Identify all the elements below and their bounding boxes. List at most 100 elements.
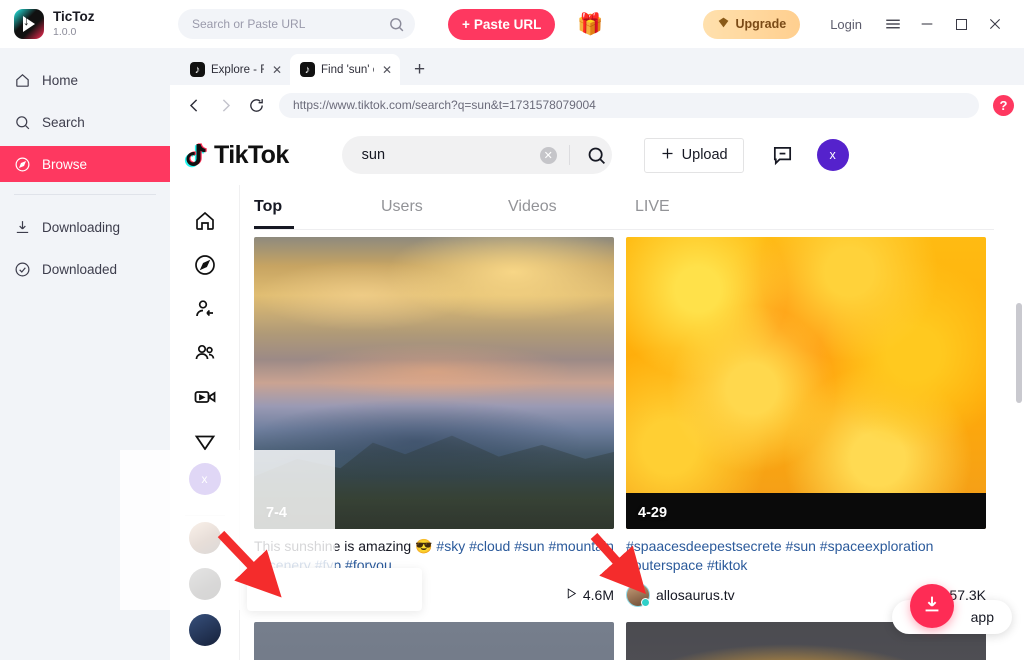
forward-icon[interactable] bbox=[217, 97, 234, 114]
tiktok-body: x Top Users Videos LIVE 7-4 This sunshin… bbox=[170, 185, 1024, 660]
send-icon[interactable] bbox=[193, 419, 217, 463]
search-divider bbox=[568, 145, 570, 165]
sidebar-item-home[interactable]: Home bbox=[0, 62, 170, 98]
video-card[interactable]: 7-4 This sunshine is amazing 😎 #sky #clo… bbox=[254, 237, 614, 608]
hamburger-menu-icon[interactable] bbox=[876, 7, 910, 41]
upgrade-label: Upgrade bbox=[735, 17, 787, 31]
sidebar-divider bbox=[14, 194, 156, 195]
author-avatar[interactable] bbox=[254, 583, 278, 607]
video-thumbnail[interactable]: 7-4 bbox=[254, 237, 614, 529]
close-icon[interactable]: ✕ bbox=[272, 63, 282, 77]
video-caption: This sunshine is amazing 😎 #sky #cloud #… bbox=[254, 537, 614, 575]
tiktok-rail-avatar[interactable]: x bbox=[188, 463, 221, 496]
app-search-input[interactable] bbox=[192, 17, 388, 31]
new-tab-button[interactable]: + bbox=[414, 59, 425, 81]
back-icon[interactable] bbox=[186, 97, 203, 114]
live-icon[interactable] bbox=[193, 375, 217, 419]
author-avatar[interactable] bbox=[626, 583, 650, 607]
gift-icon[interactable]: 🎁 bbox=[577, 14, 603, 35]
video-thumbnail[interactable]: 4-29 bbox=[626, 237, 986, 529]
video-views: 4.6M bbox=[565, 587, 614, 603]
sidebar-label-browse: Browse bbox=[42, 156, 88, 172]
download-icon bbox=[14, 219, 31, 236]
app-brand: TicToz 1.0.0 bbox=[0, 9, 170, 39]
page-scrollbar[interactable] bbox=[1016, 303, 1022, 403]
tab-live[interactable]: LIVE bbox=[635, 185, 762, 229]
suggested-account-avatar-2[interactable] bbox=[188, 568, 221, 601]
app-logo-icon bbox=[14, 9, 44, 39]
download-icon bbox=[921, 593, 943, 620]
paste-url-button[interactable]: + Paste URL bbox=[448, 8, 556, 40]
upload-button[interactable]: Upload bbox=[643, 137, 744, 173]
tab-videos[interactable]: Videos bbox=[508, 185, 635, 229]
tiktok-note-icon bbox=[184, 142, 209, 169]
sidebar-label-search: Search bbox=[42, 114, 85, 130]
tab-users[interactable]: Users bbox=[381, 185, 508, 229]
suggested-account-avatar-3[interactable] bbox=[188, 614, 221, 647]
tiktok-wordmark: TikTok bbox=[214, 140, 289, 169]
window-maximize-icon[interactable] bbox=[944, 7, 978, 41]
app-sidebar: Home Search Browse Downloading Downloade… bbox=[0, 48, 170, 660]
tiktok-header: TikTok sun ✕ Upload x bbox=[170, 125, 1024, 185]
sidebar-item-downloading[interactable]: Downloading bbox=[0, 209, 170, 245]
tabs-divider bbox=[254, 229, 994, 230]
message-icon[interactable] bbox=[771, 144, 794, 167]
following-icon[interactable] bbox=[193, 287, 217, 331]
compass-icon bbox=[14, 156, 31, 173]
app-search-box[interactable] bbox=[178, 9, 415, 39]
upgrade-button[interactable]: Upgrade bbox=[703, 9, 801, 39]
download-pill-label: app bbox=[970, 609, 994, 625]
rail-divider bbox=[184, 515, 225, 517]
browser-tab-2-title: Find 'sun' on bbox=[321, 63, 374, 76]
author-name[interactable]: mountainss… bbox=[284, 587, 565, 603]
home-icon[interactable] bbox=[193, 199, 217, 243]
sidebar-label-downloaded: Downloaded bbox=[42, 261, 118, 277]
embedded-browser: ♪ Explore - Find ✕ ♪ Find 'sun' on ✕ + bbox=[170, 48, 1024, 660]
login-button[interactable]: Login bbox=[830, 17, 862, 32]
tiktok-search-value[interactable]: sun bbox=[362, 147, 540, 163]
tiktok-logo[interactable]: TikTok bbox=[184, 141, 289, 170]
app-window: TicToz 1.0.0 + Paste URL 🎁 Upgrade bbox=[0, 0, 1024, 660]
tiktok-user-avatar[interactable]: x bbox=[816, 139, 849, 171]
friends-icon[interactable] bbox=[193, 331, 217, 375]
play-icon bbox=[565, 587, 578, 603]
suggested-account-avatar-1[interactable] bbox=[188, 522, 221, 555]
clear-icon[interactable]: ✕ bbox=[539, 146, 557, 164]
sidebar-label-home: Home bbox=[42, 72, 79, 88]
browser-tab-2[interactable]: ♪ Find 'sun' on ✕ bbox=[290, 54, 400, 85]
app-version: 1.0.0 bbox=[53, 25, 77, 38]
video-caption: #spaacesdeepestsecrete #sun #spaceexplor… bbox=[626, 537, 986, 575]
close-icon[interactable]: ✕ bbox=[382, 63, 392, 77]
tiktok-search-button[interactable] bbox=[582, 145, 612, 166]
author-name[interactable]: allosaurus.tv bbox=[656, 587, 924, 603]
video-thumbnail[interactable] bbox=[254, 622, 614, 660]
tab-top[interactable]: Top bbox=[254, 185, 381, 229]
compass-icon[interactable] bbox=[193, 243, 217, 287]
search-icon bbox=[388, 16, 405, 33]
browser-tab-strip: ♪ Explore - Find ✕ ♪ Find 'sun' on ✕ + bbox=[170, 48, 1024, 85]
download-fab-button[interactable] bbox=[910, 584, 954, 628]
url-field[interactable]: https://www.tiktok.com/search?q=sun&t=17… bbox=[279, 92, 979, 118]
window-minimize-icon[interactable] bbox=[910, 7, 944, 41]
plus-icon bbox=[660, 146, 675, 165]
tiktok-left-rail: x bbox=[170, 185, 240, 660]
video-card[interactable]: 4-29 #spaacesdeepestsecrete #sun #spacee… bbox=[626, 237, 986, 608]
search-icon bbox=[14, 114, 31, 131]
view-count: 4.6M bbox=[582, 587, 614, 603]
upload-label: Upload bbox=[681, 147, 728, 163]
browser-tab-1[interactable]: ♪ Explore - Find ✕ bbox=[180, 54, 290, 85]
reload-icon[interactable] bbox=[248, 97, 265, 114]
tiktok-search-box[interactable]: sun ✕ bbox=[341, 136, 612, 174]
window-close-icon[interactable] bbox=[978, 7, 1012, 41]
help-button[interactable]: ? bbox=[993, 94, 1014, 116]
caption-text: This sunshine is amazing 😎 bbox=[254, 538, 437, 554]
check-circle-icon bbox=[14, 261, 31, 278]
tiktok-page: TikTok sun ✕ Upload x x Top Users Videos… bbox=[170, 125, 1024, 660]
sidebar-item-search[interactable]: Search bbox=[0, 104, 170, 140]
plus-icon: + bbox=[462, 16, 470, 32]
video-card[interactable] bbox=[254, 622, 614, 660]
sidebar-item-browse[interactable]: Browse bbox=[0, 146, 170, 182]
video-meta-row: mountainss… 4.6M bbox=[254, 582, 614, 608]
caption-hashtags: #spaacesdeepestsecrete #sun #spaceexplor… bbox=[626, 538, 934, 573]
sidebar-item-downloaded[interactable]: Downloaded bbox=[0, 251, 170, 287]
